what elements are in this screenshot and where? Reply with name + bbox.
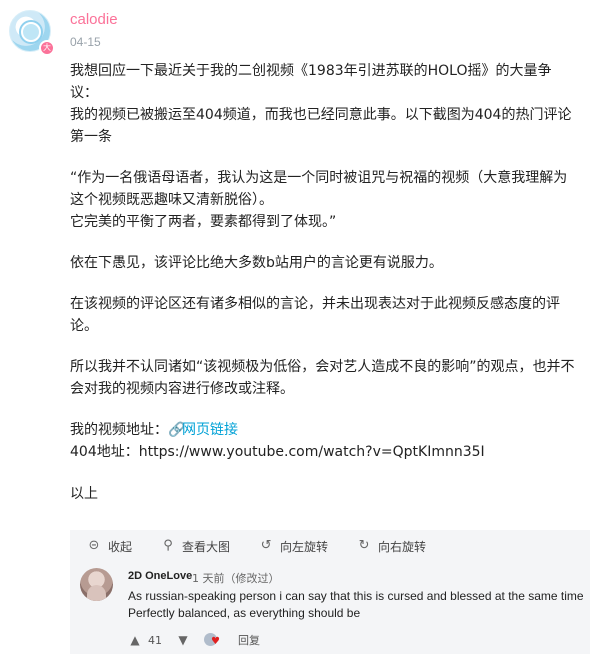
rotate-right-icon: ↻ bbox=[358, 538, 370, 553]
video-link[interactable]: 🔗网页链接 bbox=[168, 422, 238, 438]
video-address-label: 我的视频地址： bbox=[70, 422, 168, 438]
thumbs-up-icon: ▲ bbox=[130, 633, 140, 647]
commenter-name: 2D OneLove bbox=[128, 570, 193, 582]
paragraph-5: 在该视频的评论区还有诸多相似的言论，并未出现表达对于此视频反感态度的评 论。 bbox=[70, 296, 560, 334]
commenter-avatar bbox=[80, 568, 113, 601]
like-count: 41 bbox=[148, 633, 162, 647]
quote-paragraph: “作为一名俄语母语者，我认为这是一个同时被诅咒与祝福的视频（大意我理解为 这个视… bbox=[70, 170, 568, 230]
video-link-text[interactable]: 网页链接 bbox=[182, 422, 238, 438]
comment-meta: 1 天前（修改过） bbox=[192, 572, 280, 585]
url-label: 404地址： bbox=[70, 444, 139, 460]
link-icon: 🔗 bbox=[168, 422, 186, 438]
rotate-left-button[interactable]: ↺ 向左旋转 bbox=[258, 538, 328, 555]
creator-heart: ♥ bbox=[204, 633, 222, 647]
view-large-button[interactable]: ⚲ 查看大图 bbox=[160, 538, 230, 555]
thumbs-down-icon: ▼ bbox=[178, 633, 188, 647]
reply-label: 回复 bbox=[238, 634, 260, 647]
post-date: 04-15 bbox=[70, 35, 101, 49]
view-large-label: 查看大图 bbox=[182, 539, 231, 554]
collapse-label: 收起 bbox=[108, 539, 133, 554]
paragraph-4: 依在下愚见，该评论比绝大多数b站用户的言论更有说服力。 bbox=[70, 255, 443, 271]
youtube-url: https://www.youtube.com/watch?v=QptKImnn… bbox=[138, 444, 485, 460]
search-icon: ⚲ bbox=[163, 538, 173, 553]
paragraph-1: 我想回应一下最近关于我的二创视频《1983年引进苏联的HOLO摇》的大量争 议： bbox=[70, 63, 552, 101]
comment-actions: ▲ 41 ▼ ♥ 回复 bbox=[128, 632, 260, 648]
username[interactable]: calodie bbox=[70, 11, 118, 28]
level-badge: 大 bbox=[39, 40, 55, 56]
avatar[interactable]: 大 bbox=[9, 10, 55, 56]
heart-icon: ♥ bbox=[211, 636, 220, 647]
post-content: 我想回应一下最近关于我的二创视频《1983年引进苏联的HOLO摇》的大量争 议：… bbox=[70, 60, 595, 505]
circle-minus-icon: ⊝ bbox=[88, 538, 100, 553]
paragraph-2: 我的视频已被搬运至404频道，而我也已经同意此事。以下截图为404的热门评论 第… bbox=[70, 107, 572, 145]
url-line: 404地址：https://www.youtube.com/watch?v=Qp… bbox=[70, 441, 595, 463]
rotate-left-icon: ↺ bbox=[260, 538, 272, 553]
image-toolbar: ⊝ 收起 ⚲ 查看大图 ↺ 向左旋转 ↻ 向右旋转 bbox=[70, 530, 590, 562]
paragraph-6: 所以我并不认同诸如“该视频极为低俗，会对艺人造成不良的影响”的观点，也并不 会对… bbox=[70, 359, 575, 397]
collapse-button[interactable]: ⊝ 收起 bbox=[86, 538, 132, 555]
embedded-screenshot[interactable]: 2D OneLove 1 天前（修改过） As russian-speaking… bbox=[70, 562, 590, 654]
comment-text-line-1: As russian-speaking person i can say tha… bbox=[128, 589, 584, 603]
rotate-right-label: 向右旋转 bbox=[378, 539, 427, 554]
comment-text-line-2: Perfectly balanced, as everything should… bbox=[128, 606, 361, 620]
rotate-left-label: 向左旋转 bbox=[280, 539, 329, 554]
video-address-line: 我的视频地址：🔗网页链接 bbox=[70, 419, 595, 441]
closing-text: 以上 bbox=[70, 486, 98, 502]
rotate-right-button[interactable]: ↻ 向右旋转 bbox=[356, 538, 426, 555]
